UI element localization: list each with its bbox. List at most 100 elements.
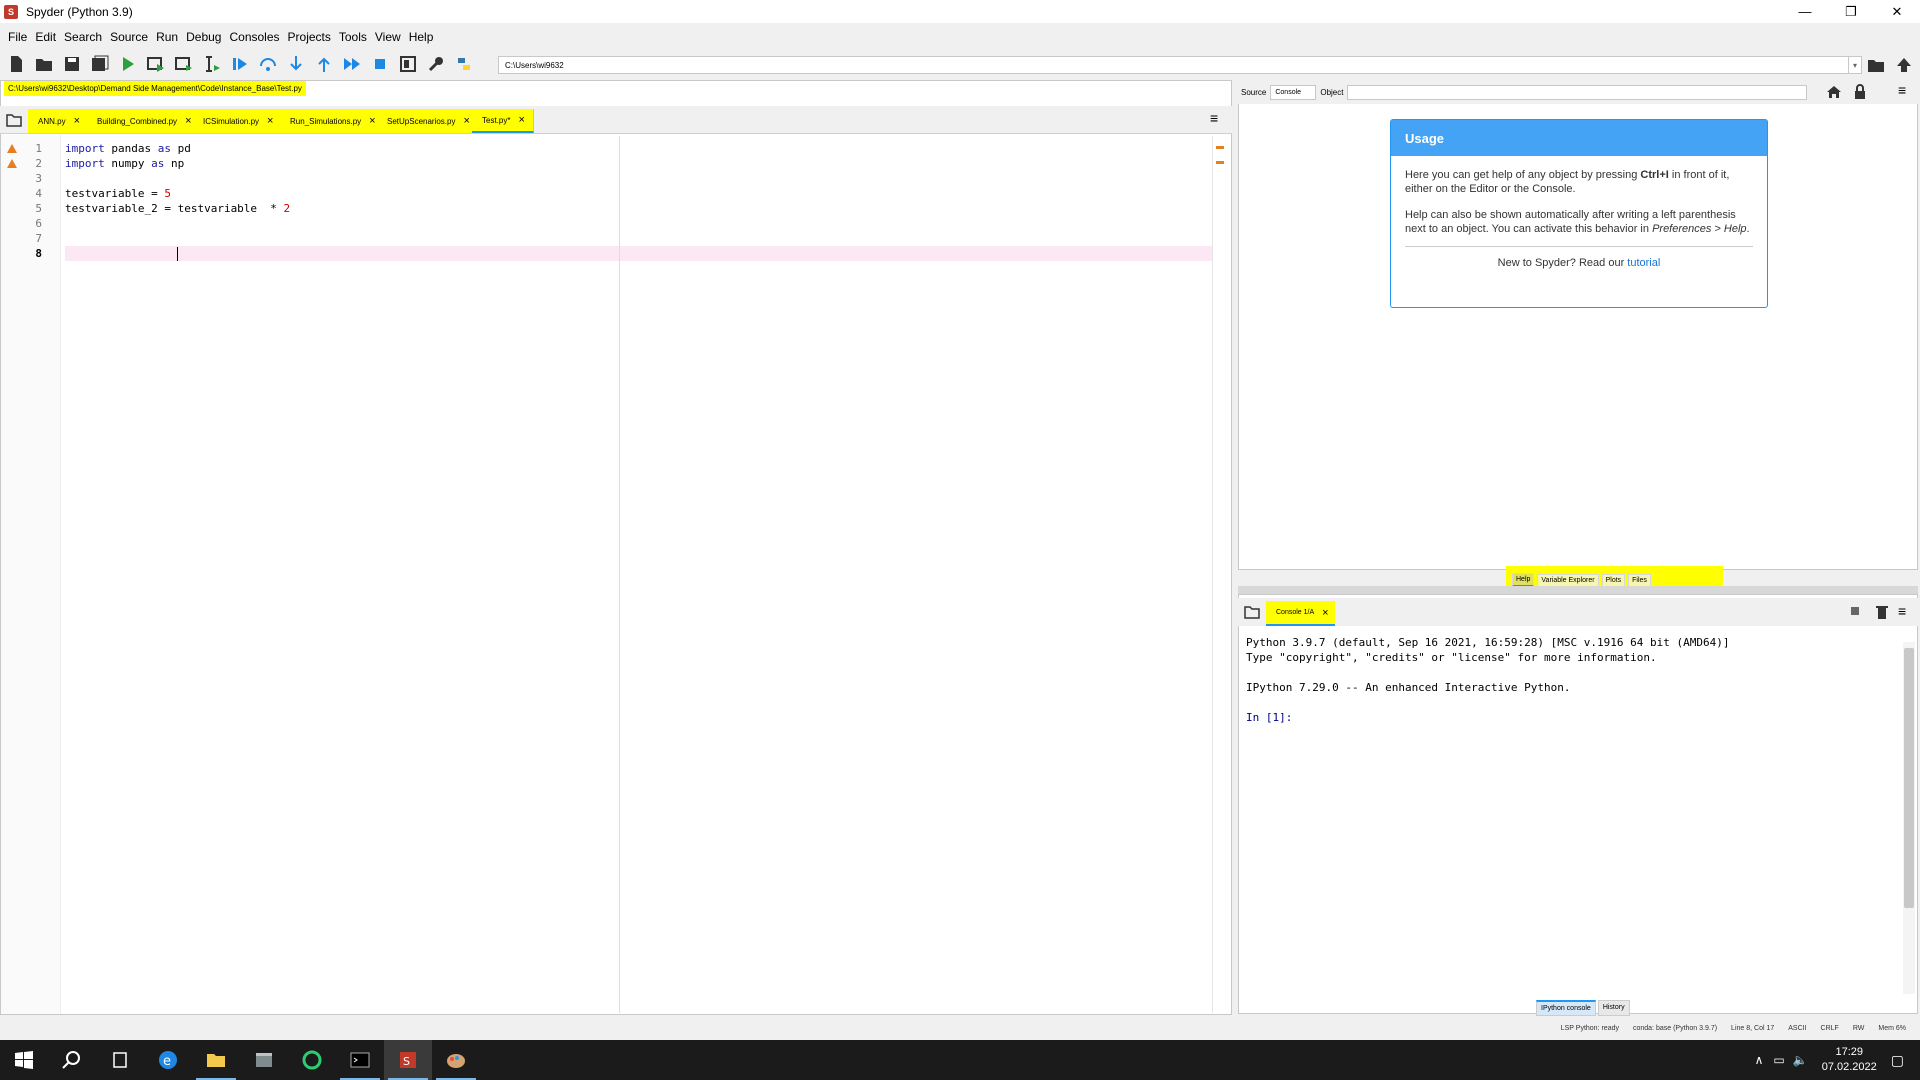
source-select[interactable]: Console (1270, 84, 1317, 100)
maximize-button[interactable]: ❐ (1828, 0, 1874, 23)
console-scrollbar-thumb[interactable] (1904, 648, 1914, 908)
taskbar-progress-app[interactable] (288, 1040, 336, 1080)
close-tab-icon[interactable]: × (463, 115, 469, 127)
stop-debug-button[interactable] (368, 52, 392, 76)
tab-run-simulations[interactable]: Run_Simulations.py × (280, 109, 385, 133)
clock[interactable]: 17:29 07.02.2022 (1822, 1045, 1877, 1075)
current-line-highlight (65, 246, 1212, 261)
console-output[interactable]: Python 3.9.7 (default, Sep 16 2021, 16:5… (1246, 635, 1729, 725)
tab-ipython-console[interactable]: IPython console (1536, 1000, 1596, 1016)
line-number: 1 (35, 142, 42, 155)
run-selection-button[interactable] (200, 52, 224, 76)
editor-scrollbar[interactable] (1212, 136, 1230, 1013)
object-combo[interactable] (1347, 84, 1808, 100)
step-into-button[interactable] (284, 52, 308, 76)
tab-setupscenarios[interactable]: SetUpScenarios.py × (377, 109, 479, 133)
folder-icon (1244, 606, 1260, 619)
close-tab-icon[interactable]: × (1322, 607, 1328, 619)
tab-help[interactable]: Help (1512, 573, 1535, 587)
menu-source[interactable]: Source (110, 30, 148, 44)
code-line-5[interactable]: testvariable_2 = testvariable * 2 (65, 202, 290, 215)
taskbar-edge[interactable]: e (144, 1040, 192, 1080)
step-over-button[interactable] (256, 52, 280, 76)
usage-box: Usage Here you can get help of any objec… (1390, 119, 1768, 308)
speaker-icon[interactable]: 🔈 (1793, 1053, 1808, 1067)
code-text: testvariable_2 = testvariable * (65, 202, 284, 215)
browse-tabs-button[interactable] (2, 108, 26, 132)
run-cell-button[interactable] (144, 52, 168, 76)
menu-run[interactable]: Run (156, 30, 178, 44)
console-options-icon[interactable]: ≡ (1898, 603, 1906, 619)
help-lock-button[interactable] (1848, 80, 1872, 104)
network-icon[interactable]: ▭ (1773, 1053, 1784, 1067)
working-directory-dropdown[interactable]: ▾ (1848, 56, 1862, 74)
menu-tools[interactable]: Tools (339, 30, 367, 44)
stop-kernel-icon[interactable] (1851, 607, 1859, 615)
taskbar-app[interactable] (240, 1040, 288, 1080)
run-cell-advance-button[interactable] (172, 52, 196, 76)
stop-icon (375, 59, 385, 69)
menu-projects[interactable]: Projects (288, 30, 331, 44)
close-tab-icon[interactable]: × (369, 115, 375, 127)
tab-console-1a[interactable]: Console 1/A × (1266, 601, 1335, 626)
tab-ann[interactable]: ANN.py × (28, 109, 89, 133)
close-tab-icon[interactable]: × (185, 115, 191, 127)
menu-view[interactable]: View (375, 30, 401, 44)
maximize-pane-icon (400, 56, 416, 72)
code-line-2[interactable]: import numpy as np (65, 157, 184, 170)
taskbar-spyder[interactable]: S (384, 1040, 432, 1080)
open-file-button[interactable] (32, 52, 56, 76)
console-browse-tabs-button[interactable] (1240, 600, 1264, 624)
preferences-button[interactable] (424, 52, 448, 76)
close-tab-icon[interactable]: × (518, 114, 524, 126)
menu-file[interactable]: File (8, 30, 27, 44)
pythonpath-button[interactable] (452, 52, 476, 76)
chevron-up-icon[interactable]: ∧ (1755, 1053, 1764, 1067)
step-return-button[interactable] (312, 52, 336, 76)
menu-help[interactable]: Help (409, 30, 434, 44)
editor-pane (0, 80, 1232, 1015)
minimize-button[interactable]: — (1782, 0, 1828, 23)
help-home-button[interactable] (1822, 80, 1846, 104)
close-tab-icon[interactable]: × (74, 115, 80, 127)
warning-marker[interactable] (1216, 146, 1224, 149)
task-view-button[interactable] (96, 1040, 144, 1080)
start-button[interactable] (0, 1040, 48, 1080)
save-button[interactable] (60, 52, 84, 76)
search-button[interactable] (48, 1040, 96, 1080)
continue-button[interactable] (340, 52, 364, 76)
menu-search[interactable]: Search (64, 30, 102, 44)
save-all-button[interactable] (88, 52, 112, 76)
taskbar-paint[interactable] (432, 1040, 480, 1080)
svg-text:e: e (163, 1054, 171, 1069)
maximize-pane-button[interactable] (396, 52, 420, 76)
notification-icon[interactable]: ▢ (1891, 1052, 1904, 1069)
tab-icsimulation[interactable]: ICSimulation.py × (193, 109, 283, 133)
tutorial-link[interactable]: tutorial (1627, 257, 1660, 269)
code-line-1[interactable]: import pandas as pd (65, 142, 191, 155)
menu-consoles[interactable]: Consoles (229, 30, 279, 44)
taskbar-terminal[interactable] (336, 1040, 384, 1080)
tab-building-combined[interactable]: Building_Combined.py × (87, 109, 201, 133)
help-options-icon[interactable]: ≡ (1898, 82, 1906, 98)
code-line-4[interactable]: testvariable = 5 (65, 187, 171, 200)
tab-history[interactable]: History (1597, 1000, 1630, 1016)
horizontal-splitter[interactable] (1238, 586, 1918, 594)
editor-options-icon[interactable]: ≡ (1210, 110, 1218, 126)
menu-debug[interactable]: Debug (186, 30, 221, 44)
working-directory-input[interactable]: C:\Users\wi9632 (498, 56, 1850, 74)
new-file-button[interactable] (4, 52, 28, 76)
close-button[interactable]: ✕ (1874, 0, 1920, 23)
warning-marker[interactable] (1216, 161, 1224, 164)
run-button[interactable] (116, 52, 140, 76)
close-tab-icon[interactable]: × (267, 115, 273, 127)
tab-test[interactable]: Test.py* × (472, 109, 534, 133)
taskbar-file-explorer[interactable] (192, 1040, 240, 1080)
remove-variables-button[interactable] (1870, 600, 1894, 624)
conda-status: conda: base (Python 3.9.7) (1632, 1024, 1718, 1032)
browse-directory-button[interactable] (1864, 53, 1888, 77)
parent-directory-button[interactable] (1892, 53, 1916, 77)
menu-edit[interactable]: Edit (35, 30, 56, 44)
memory-usage: Mem 6% (1878, 1024, 1906, 1032)
debug-button[interactable] (228, 52, 252, 76)
